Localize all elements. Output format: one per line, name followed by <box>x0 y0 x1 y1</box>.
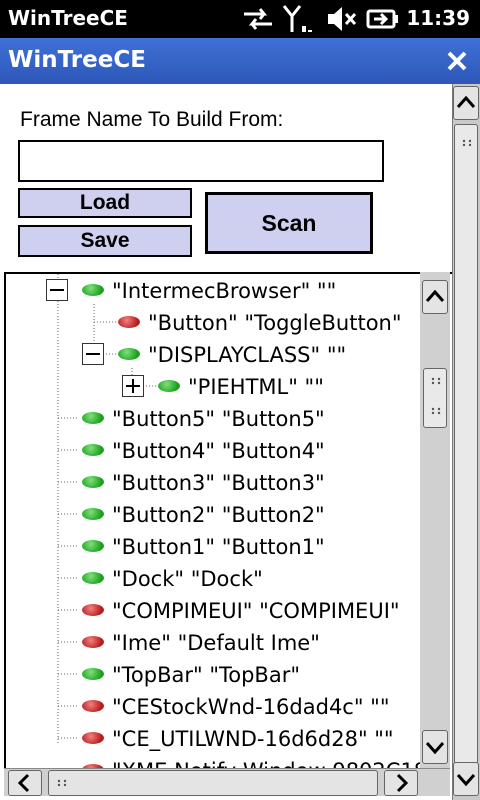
scroll-down-button[interactable] <box>453 762 479 796</box>
tree-node-label: "Ime" "Default Ime" <box>112 631 320 655</box>
node-state-icon <box>82 604 104 616</box>
node-state-icon <box>82 540 104 552</box>
close-icon[interactable] <box>440 44 474 78</box>
tree-node-label: "PIEHTML" "" <box>188 375 324 399</box>
scroll-right-button[interactable] <box>384 770 418 796</box>
node-state-icon <box>82 668 104 680</box>
tree-scroll-thumb[interactable] <box>423 368 447 428</box>
battery-icon <box>366 9 398 29</box>
frame-name-label: Frame Name To Build From: <box>20 108 284 131</box>
tree-node-label: "Button5" "Button5" <box>112 407 325 431</box>
grip-icon <box>462 139 472 147</box>
status-time: 11:39 <box>406 6 470 30</box>
tree-node-label: "Button" "ToggleButton" <box>148 311 402 335</box>
tree-node[interactable]: "Button1" "Button1" <box>82 533 325 561</box>
tree-node[interactable]: "Ime" "Default Ime" <box>82 629 320 657</box>
tree-node[interactable]: "Button5" "Button5" <box>82 405 325 433</box>
tree-node-label: "COMPIMEUI" "COMPIMEUI" <box>112 599 400 623</box>
frame-name-input[interactable] <box>18 140 384 182</box>
chevron-up-icon <box>425 289 445 302</box>
chevron-up-icon <box>456 95 476 108</box>
tree-node-label: "Button1" "Button1" <box>112 535 325 559</box>
tree-node[interactable]: "CE_UTILWND-16d6d28" "" <box>82 725 394 753</box>
save-button[interactable]: Save <box>18 225 192 257</box>
tree-node-label: "CE_UTILWND-16d6d28" "" <box>112 727 394 751</box>
scroll-up-button[interactable] <box>453 86 479 120</box>
tree-scroll-up-button[interactable] <box>422 280 448 314</box>
grip-icon <box>57 779 67 787</box>
tree-node-label: "CEStockWnd-16dad4c" "" <box>112 695 390 719</box>
tree-node[interactable]: "PIEHTML" "" <box>158 373 324 401</box>
scroll-thumb[interactable] <box>454 124 478 764</box>
tree-scroll-down-button[interactable] <box>422 730 448 764</box>
horizontal-scroll-thumb[interactable] <box>48 770 378 796</box>
window-title-bar: WinTreeCE <box>0 38 480 84</box>
tree-node[interactable]: "TopBar" "TopBar" <box>82 661 300 689</box>
node-state-icon <box>82 476 104 488</box>
chevron-down-icon <box>425 742 445 755</box>
tree-node[interactable]: "DISPLAYCLASS" "" <box>118 341 346 369</box>
node-state-icon <box>82 444 104 456</box>
collapse-intermecbrowser-minus-icon[interactable] <box>46 279 68 301</box>
node-state-icon <box>82 572 104 584</box>
volume-muted-icon <box>328 7 357 31</box>
tree-node[interactable]: "Button4" "Button4" <box>82 437 325 465</box>
scroll-left-button[interactable] <box>8 770 42 796</box>
tree-node[interactable]: "Button" "ToggleButton" <box>118 309 402 337</box>
window-title: WinTreeCE <box>8 47 146 73</box>
load-button[interactable]: Load <box>18 188 192 218</box>
node-state-icon <box>82 636 104 648</box>
node-state-icon <box>118 348 140 360</box>
status-app-name: WinTreeCE <box>8 6 128 30</box>
tree-node[interactable]: "IntermecBrowser" "" <box>82 277 336 305</box>
node-state-icon <box>82 508 104 520</box>
tree-node[interactable]: "COMPIMEUI" "COMPIMEUI" <box>82 597 400 625</box>
tree-node[interactable]: "Button3" "Button3" <box>82 469 325 497</box>
node-state-icon <box>158 380 180 392</box>
node-state-icon <box>82 732 104 744</box>
tree-vertical-scrollbar[interactable] <box>420 272 450 768</box>
status-bar: WinTreeCE 11:39 <box>0 0 480 38</box>
sync-icon <box>244 8 272 30</box>
tree-node[interactable]: "Button2" "Button2" <box>82 501 325 529</box>
window-vertical-scrollbar[interactable] <box>452 84 480 800</box>
tree-horizontal-scrollbar[interactable] <box>4 768 450 796</box>
tree-node-label: "IntermecBrowser" "" <box>112 279 337 303</box>
signal-icon <box>282 5 312 32</box>
node-state-icon <box>82 412 104 424</box>
tree-node-label: "DISPLAYCLASS" "" <box>148 343 347 367</box>
collapse-displayclass-minus-icon[interactable] <box>82 343 104 365</box>
grip-icon <box>431 407 441 415</box>
tree-node-label: "TopBar" "TopBar" <box>112 663 301 687</box>
tree-node-label: "Dock" "Dock" <box>112 567 263 591</box>
tree-node-label: "Button4" "Button4" <box>112 439 325 463</box>
chevron-right-icon <box>396 773 409 793</box>
node-state-icon <box>82 700 104 712</box>
tree-node[interactable]: "Dock" "Dock" <box>82 565 263 593</box>
tree-node[interactable]: "CEStockWnd-16dad4c" "" <box>82 693 390 721</box>
chevron-left-icon <box>17 773 30 793</box>
node-state-icon <box>82 284 104 296</box>
scan-button[interactable]: Scan <box>205 192 373 254</box>
chevron-down-icon <box>456 774 476 787</box>
tree-node-label: "Button3" "Button3" <box>112 471 325 495</box>
window-tree[interactable]: "IntermecBrowser" "" "Button" "ToggleBut… <box>4 272 452 796</box>
expand-piehtml-plus-icon[interactable] <box>122 375 144 397</box>
tree-node-label: "Button2" "Button2" <box>112 503 325 527</box>
node-state-icon <box>118 316 140 328</box>
grip-icon <box>431 377 441 385</box>
